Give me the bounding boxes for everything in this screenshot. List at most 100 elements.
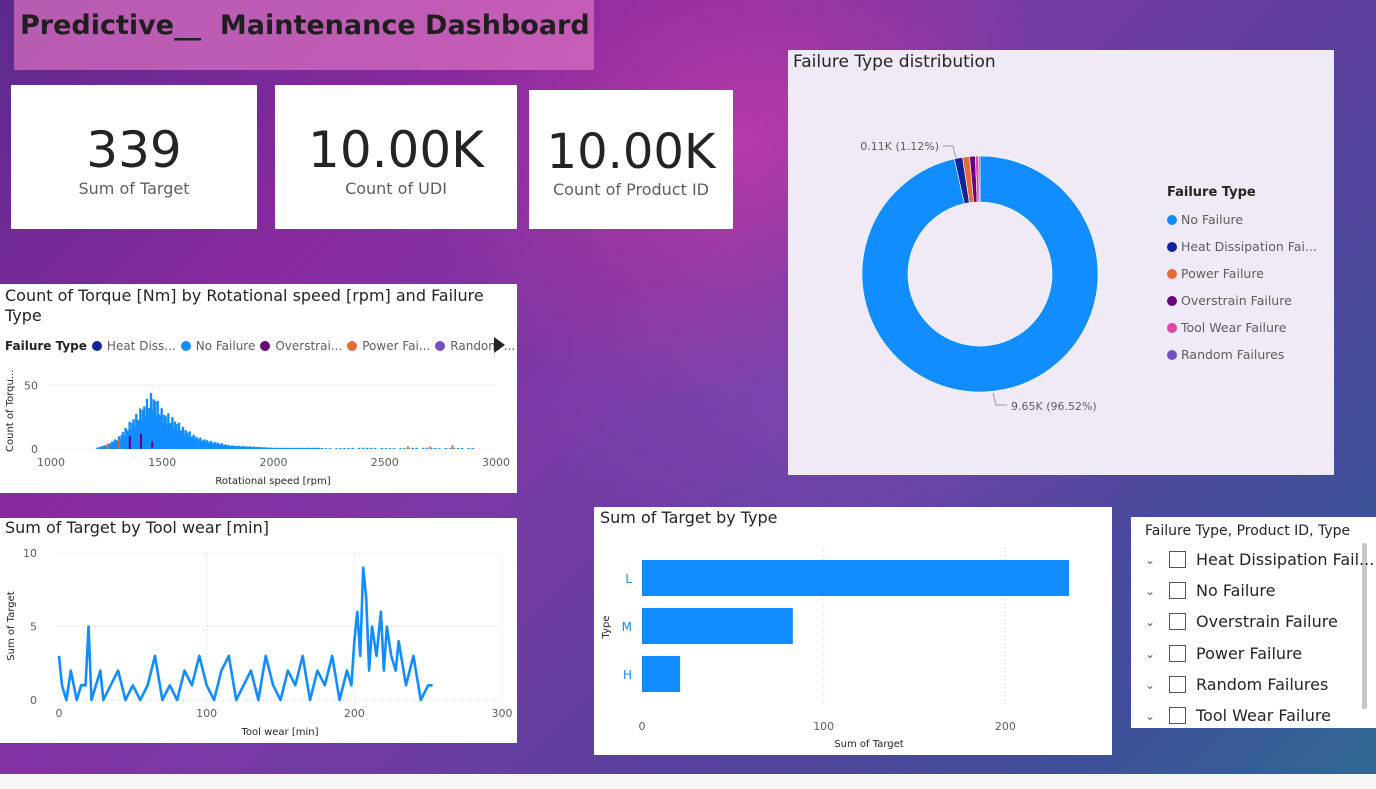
histogram-bar <box>460 447 464 449</box>
histogram-bar <box>380 447 384 449</box>
slicer-item[interactable]: ⌄ Power Failure <box>1145 644 1302 663</box>
slicer-item[interactable]: ⌄ Random Failures <box>1145 675 1328 694</box>
legend-label: Overstrain Failure <box>1181 293 1292 308</box>
checkbox[interactable] <box>1169 613 1186 630</box>
legend-item[interactable]: Random Failures <box>1167 341 1317 368</box>
legend-item[interactable]: No Failure <box>1167 206 1317 233</box>
legend-label: Tool Wear Failure <box>1181 320 1287 335</box>
slicer-item-label: Random Failures <box>1196 675 1329 694</box>
histogram-bar <box>411 447 414 449</box>
x-axis-label: Rotational speed [rpm] <box>215 476 330 487</box>
histogram-bar <box>403 448 406 449</box>
x-tick-label: 0 <box>639 720 646 733</box>
histogram-bar <box>434 447 437 449</box>
slicer-item[interactable]: ⌄ No Failure <box>1145 581 1275 600</box>
y-axis-label: Type <box>601 616 612 640</box>
histogram-bar <box>467 448 470 449</box>
y-tick-label: M <box>622 620 632 634</box>
failure-donut-panel[interactable]: Failure Type distribution 0.11K (1.12%) 9… <box>788 50 1334 475</box>
histogram-bar <box>362 447 365 449</box>
chevron-down-icon[interactable]: ⌄ <box>1145 615 1163 629</box>
slicer-item-label: Overstrain Failure <box>1196 612 1338 631</box>
histogram-bar <box>456 448 460 449</box>
donut-leader-line-large <box>992 392 1007 406</box>
donut-leader-line-small <box>943 145 957 159</box>
type-chart-panel[interactable]: Sum of Target by Type L M H 0 100 200 Sum of T… <box>594 507 1112 755</box>
legend-item[interactable]: Power Failure <box>1167 260 1317 287</box>
type-chart-svg: L M H 0 100 200 Sum of Target Type <box>601 547 1069 750</box>
chevron-down-icon[interactable]: ⌄ <box>1145 709 1163 723</box>
kpi-label: Sum of Target <box>78 179 190 198</box>
torque-chart-panel[interactable]: Count of Torque [Nm] by Rotational speed… <box>0 284 517 493</box>
histogram-bar <box>318 448 321 449</box>
kpi-card-sum-target[interactable]: 339 Sum of Target <box>11 85 257 229</box>
histogram-bar <box>448 448 452 449</box>
chevron-down-icon[interactable]: ⌄ <box>1145 678 1163 692</box>
histogram-bar <box>370 447 373 449</box>
histogram-bar <box>438 448 441 449</box>
legend-dot <box>1167 214 1177 225</box>
toolwear-chart-svg: 10 5 0 0 100 200 300 Tool wear [min] Sum of Targ… <box>6 547 513 738</box>
legend-dot <box>1167 241 1177 252</box>
histogram-bar <box>347 447 350 449</box>
checkbox[interactable] <box>1169 676 1186 693</box>
kpi-value: 10.00K <box>546 124 716 180</box>
toolwear-chart-panel[interactable]: Sum of Target by Tool wear [min] 10 5 0 0 10… <box>0 518 517 743</box>
y-tick-label: 50 <box>24 379 38 392</box>
bar-H <box>642 656 681 692</box>
y-tick-label: 10 <box>23 547 37 560</box>
legend-dot <box>1167 349 1177 360</box>
slicer-item[interactable]: ⌄ Tool Wear Failure <box>1145 706 1331 725</box>
bar-L <box>642 560 1069 596</box>
chevron-down-icon[interactable]: ⌄ <box>1145 647 1163 661</box>
legend-item[interactable]: Heat Dissipation Fai... <box>1167 233 1317 260</box>
x-tick-label: 2500 <box>371 456 399 469</box>
filter-slicer-panel[interactable]: Failure Type, Product ID, Type ⌄ Heat Dis… <box>1131 517 1376 728</box>
dashboard-title: Predictive__ Maintenance Dashboard <box>20 10 590 41</box>
histogram-bar <box>117 440 120 449</box>
slicer-item[interactable]: ⌄ Overstrain Failure <box>1145 612 1338 631</box>
legend-label: Random Failures <box>1181 347 1285 362</box>
legend-dot <box>1167 295 1177 306</box>
x-tick-label: 100 <box>196 707 217 720</box>
histogram-bar <box>351 447 354 449</box>
histogram-bar <box>429 446 432 449</box>
y-tick-label: 0 <box>31 443 38 456</box>
y-tick-label: 0 <box>30 694 37 707</box>
histogram-bar <box>324 448 328 449</box>
title-banner: Predictive__ Maintenance Dashboard <box>14 0 594 70</box>
histogram-bar <box>388 448 392 449</box>
x-tick-label: 3000 <box>482 456 510 469</box>
histogram-bar <box>384 448 388 449</box>
x-tick-label: 1500 <box>148 456 176 469</box>
kpi-card-count-product-id[interactable]: 10.00K Count of Product ID <box>529 90 733 229</box>
legend-item[interactable]: Tool Wear Failure <box>1167 314 1317 341</box>
histogram-bar <box>451 445 454 449</box>
histogram-bar <box>422 447 425 449</box>
checkbox[interactable] <box>1169 551 1186 568</box>
checkbox[interactable] <box>1169 645 1186 662</box>
histogram-bar <box>366 447 369 449</box>
donut-legend: Failure Type No Failure Heat Dissipation … <box>1167 185 1317 368</box>
histogram-bar <box>128 437 131 449</box>
slicer-item-label: No Failure <box>1196 581 1276 600</box>
donut-slice-random-failures <box>978 155 981 203</box>
slicer-item[interactable]: ⌄ Heat Dissipation Fail... <box>1145 550 1374 569</box>
kpi-label: Count of UDI <box>345 179 447 198</box>
checkbox[interactable] <box>1169 582 1186 599</box>
legend-item[interactable]: Overstrain Failure <box>1167 287 1317 314</box>
histogram-bar <box>471 447 474 449</box>
chevron-down-icon[interactable]: ⌄ <box>1145 584 1163 598</box>
slicer-title: Failure Type, Product ID, Type <box>1145 523 1351 539</box>
chevron-down-icon[interactable]: ⌄ <box>1145 553 1163 567</box>
y-tick-label: L <box>625 572 632 586</box>
checkbox[interactable] <box>1169 707 1186 724</box>
bar-M <box>642 608 793 644</box>
kpi-card-count-udi[interactable]: 10.00K Count of UDI <box>275 85 517 229</box>
histogram-bar <box>151 447 154 449</box>
legend-items: No Failure Heat Dissipation Fai... Power F… <box>1167 206 1317 368</box>
donut-label-small: 0.11K (1.12%) <box>860 140 939 153</box>
x-tick-label: 100 <box>813 720 834 733</box>
kpi-value: 339 <box>86 121 182 179</box>
histogram-bar <box>339 448 342 449</box>
